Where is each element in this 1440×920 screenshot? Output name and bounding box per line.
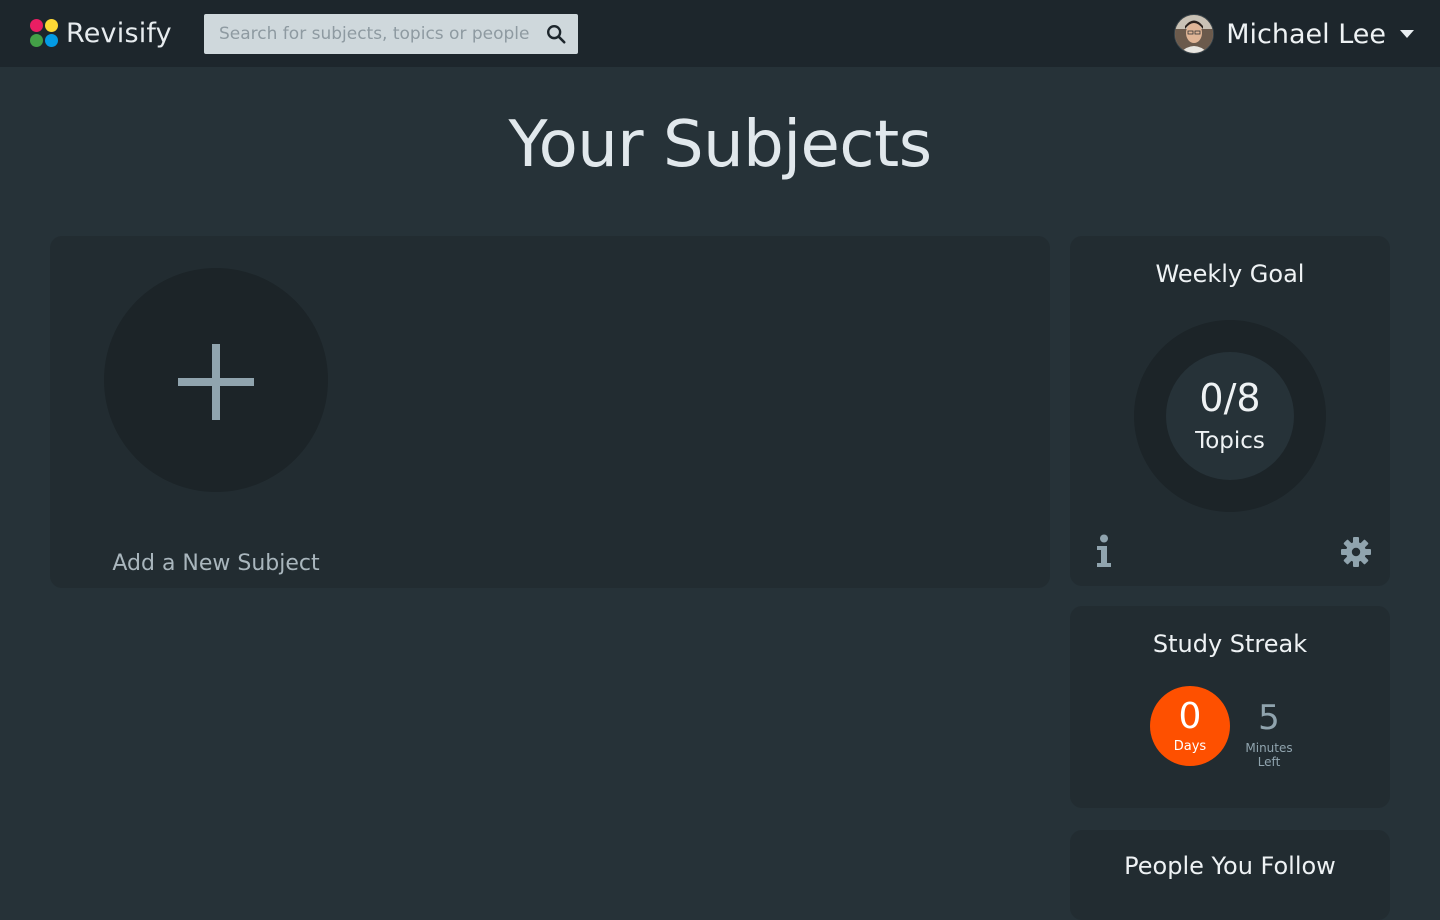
search-bar [204, 14, 578, 54]
streak-days-label: Days [1173, 739, 1207, 754]
search-input[interactable] [204, 14, 534, 54]
study-streak-title: Study Streak [1152, 630, 1308, 658]
add-subject-button[interactable]: Add a New Subject [104, 268, 328, 576]
weekly-goal-card: Weekly Goal 0/8 Topics [1070, 236, 1390, 586]
page-title: Your Subjects [508, 108, 932, 182]
avatar[interactable] [1174, 14, 1215, 54]
people-you-follow-card: People You Follow [1070, 830, 1390, 920]
people-you-follow-title: People You Follow [1124, 852, 1336, 880]
weekly-goal-center: 0/8 Topics [1166, 352, 1294, 480]
user-name[interactable]: Michael Lee [1226, 19, 1386, 50]
subjects-panel: Add a New Subject [50, 236, 1050, 588]
streak-days-value: 0 [1178, 696, 1202, 737]
minutes-left-label-line1: Minutes [1245, 741, 1293, 755]
minutes-left-value: 5 [1258, 698, 1280, 738]
weekly-goal-progress-ring: 0/8 Topics [1134, 320, 1326, 512]
weekly-goal-title: Weekly Goal [1155, 260, 1305, 288]
info-icon[interactable] [1092, 534, 1116, 568]
weekly-goal-unit: Topics [1195, 428, 1265, 454]
streak-days-badge: 0 Days [1150, 686, 1230, 766]
logo-icon [30, 18, 60, 48]
caret-down-icon[interactable] [1400, 30, 1414, 38]
top-navigation-bar: Revisify Michael Lee [0, 0, 1440, 67]
weekly-goal-value: 0/8 [1199, 376, 1261, 420]
user-menu[interactable]: Michael Lee [1174, 13, 1414, 55]
add-subject-circle[interactable] [104, 268, 328, 492]
minutes-left-label: Minutes Left [1234, 741, 1304, 769]
avatar-photo-icon [1175, 15, 1214, 53]
plus-icon [178, 344, 254, 420]
search-icon[interactable] [545, 23, 567, 45]
app-name: Revisify [66, 17, 172, 49]
gear-icon[interactable] [1340, 536, 1372, 568]
app-logo[interactable]: Revisify [30, 15, 172, 51]
study-streak-card: Study Streak 0 Days 5 Minutes Left [1070, 606, 1390, 808]
add-subject-label[interactable]: Add a New Subject [64, 551, 368, 576]
minutes-left-label-line2: Left [1257, 755, 1281, 769]
